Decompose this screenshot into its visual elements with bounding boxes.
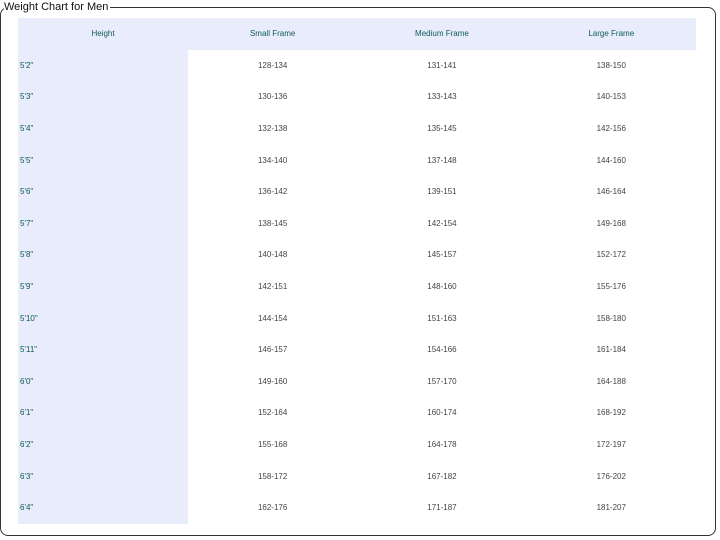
cell-medium-frame: 137-148 [427, 155, 457, 165]
cell-medium-frame: 151-163 [427, 313, 457, 323]
cell-height: 5'10" [18, 302, 188, 334]
table-header-row: Height Small Frame Medium Frame Large Fr… [18, 18, 696, 50]
cell-height: 6'2" [18, 428, 188, 461]
cell-height: 5'7" [18, 207, 188, 240]
cell-large-frame: 164-188 [596, 376, 626, 386]
cell-height: 5'6" [18, 175, 188, 208]
cell-medium-frame: 154-166 [427, 345, 457, 355]
cell-large-frame: 168-192 [596, 408, 626, 418]
table-row: 5'4" 132-138 135-145 142-156 [18, 112, 696, 145]
cell-small-frame: 162-176 [257, 503, 288, 513]
cell-large-frame: 172-197 [596, 440, 626, 450]
table-row: 5'9" 142-151 148-160 155-176 [18, 270, 696, 303]
cell-large-frame: 138-150 [596, 60, 626, 70]
cell-height: 6'4" [18, 491, 188, 524]
cell-large-frame: 144-160 [596, 155, 626, 165]
cell-small-frame: 158-172 [257, 471, 288, 481]
cell-large-frame: 158-180 [596, 313, 626, 323]
table-row: 6'1" 152-164 160-174 168-192 [18, 397, 696, 429]
table-row: 5'10" 144-154 151-163 158-180 [18, 302, 696, 334]
cell-medium-frame: 131-141 [427, 60, 457, 70]
table-row: 5'6" 136-142 139-151 146-164 [18, 175, 696, 208]
cell-height: 5'4" [18, 112, 188, 145]
table-row: 5'2" 128-134 131-141 138-150 [18, 49, 696, 82]
cell-small-frame: 128-134 [257, 60, 288, 70]
cell-medium-frame: 133-143 [427, 92, 457, 102]
table-row: 5'7" 138-145 142-154 149-168 [18, 207, 696, 240]
table-row: 6'0" 149-160 157-170 164-188 [18, 365, 696, 398]
cell-large-frame: 149-168 [596, 218, 626, 228]
cell-small-frame: 155-168 [257, 440, 288, 450]
table-row: 5'11" 146-157 154-166 161-184 [18, 333, 696, 366]
cell-medium-frame: 145-157 [427, 250, 457, 260]
cell-height: 5'2" [18, 49, 188, 82]
cell-height: 5'11" [18, 333, 188, 366]
weight-table: Height Small Frame Medium Frame Large Fr… [18, 18, 696, 524]
cell-height: 6'1" [18, 397, 188, 429]
cell-large-frame: 140-153 [596, 92, 626, 102]
cell-small-frame: 144-154 [257, 313, 288, 323]
cell-medium-frame: 148-160 [427, 282, 457, 292]
table-row: 6'4" 162-176 171-187 181-207 [18, 491, 696, 524]
cell-small-frame: 140-148 [257, 250, 288, 260]
cell-medium-frame: 164-178 [427, 440, 457, 450]
page-title: Weight Chart for Men [4, 0, 111, 14]
cell-large-frame: 155-176 [596, 282, 626, 292]
cell-height: 5'8" [18, 239, 188, 271]
table-row: 5'8" 140-148 145-157 152-172 [18, 239, 696, 271]
cell-small-frame: 138-145 [257, 218, 288, 228]
cell-small-frame: 142-151 [257, 282, 288, 292]
cell-large-frame: 146-164 [596, 187, 626, 197]
header-large-frame: Large Frame [588, 29, 635, 39]
cell-large-frame: 176-202 [596, 471, 626, 481]
cell-small-frame: 152-164 [257, 408, 288, 418]
cell-height: 5'5" [18, 144, 188, 176]
cell-medium-frame: 142-154 [427, 218, 457, 228]
cell-medium-frame: 171-187 [427, 503, 457, 513]
cell-small-frame: 146-157 [257, 345, 288, 355]
cell-small-frame: 132-138 [257, 124, 288, 134]
cell-medium-frame: 139-151 [427, 187, 457, 197]
cell-medium-frame: 167-182 [427, 471, 457, 481]
cell-height: 6'0" [18, 365, 188, 398]
cell-small-frame: 149-160 [257, 376, 288, 386]
cell-large-frame: 142-156 [596, 124, 626, 134]
table-body: 5'2" 128-134 131-141 138-150 5'3" 130-136 133-… [18, 49, 696, 524]
cell-large-frame: 181-207 [596, 503, 626, 513]
cell-height: 5'9" [18, 270, 188, 303]
table-row: 6'2" 155-168 164-178 172-197 [18, 428, 696, 461]
header-height: Height [18, 18, 188, 50]
cell-large-frame: 152-172 [596, 250, 626, 260]
cell-small-frame: 136-142 [257, 187, 288, 197]
cell-small-frame: 134-140 [257, 155, 288, 165]
cell-large-frame: 161-184 [596, 345, 626, 355]
header-medium-frame: Medium Frame [415, 29, 469, 39]
table-row: 5'5" 134-140 137-148 144-160 [18, 144, 696, 176]
table-row: 5'3" 130-136 133-143 140-153 [18, 81, 696, 113]
cell-height: 6'3" [18, 460, 188, 492]
table-row: 6'3" 158-172 167-182 176-202 [18, 460, 696, 492]
cell-medium-frame: 157-170 [427, 376, 457, 386]
cell-medium-frame: 160-174 [427, 408, 457, 418]
cell-medium-frame: 135-145 [427, 124, 457, 134]
header-small-frame: Small Frame [249, 29, 296, 39]
cell-small-frame: 130-136 [257, 92, 288, 102]
cell-height: 5'3" [18, 81, 188, 113]
